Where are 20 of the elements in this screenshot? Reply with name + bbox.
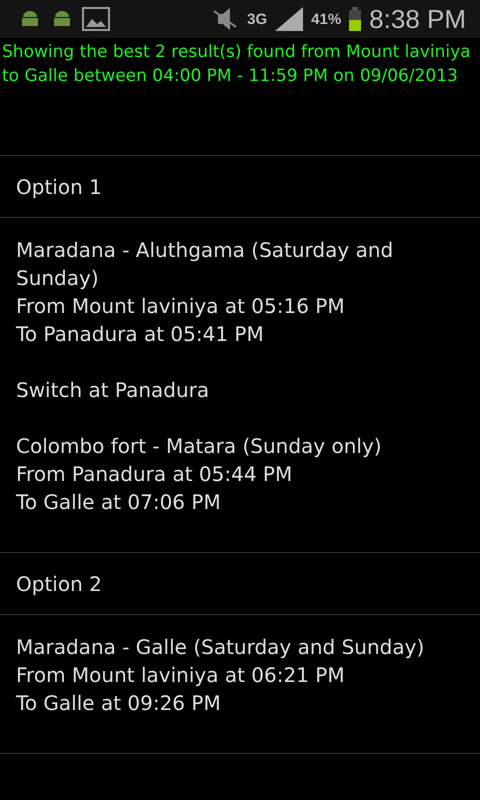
battery-icon [349,7,362,31]
stop-time: From Mount laviniya at 06:21 PM [16,662,346,689]
stop-time: To Galle at 09:26 PM [16,690,222,717]
stop-time: To Panadura at 05:41 PM [16,321,265,348]
battery-percent: 41% [311,10,342,28]
train-name: Maradana - Aluthgama (Saturday and Sunday) [16,237,394,292]
image-icon [82,7,110,31]
stop-time: From Panadura at 05:44 PM [16,461,294,488]
signal-icon [275,7,304,31]
stop-time: To Galle at 07:06 PM [16,489,222,516]
mute-icon [211,8,240,30]
train-name: Maradana - Galle (Saturday and Sunday) [16,634,426,661]
results-summary: Showing the best 2 result(s) found from Mount laviniya to Galle between 04:00 PM - 11:59 PM on 09/06/2013 [0,38,480,156]
option-title: Option 2 [16,572,102,596]
switch-info: Switch at Panadura [16,377,210,404]
stop-time: From Mount laviniya at 05:16 PM [16,293,346,320]
train-name: Colombo fort - Matara (Sunday only) [16,433,383,460]
network-type: 3G [247,10,268,28]
option-title: Option 1 [16,174,102,198]
clock: 8:38 PM [369,4,466,34]
